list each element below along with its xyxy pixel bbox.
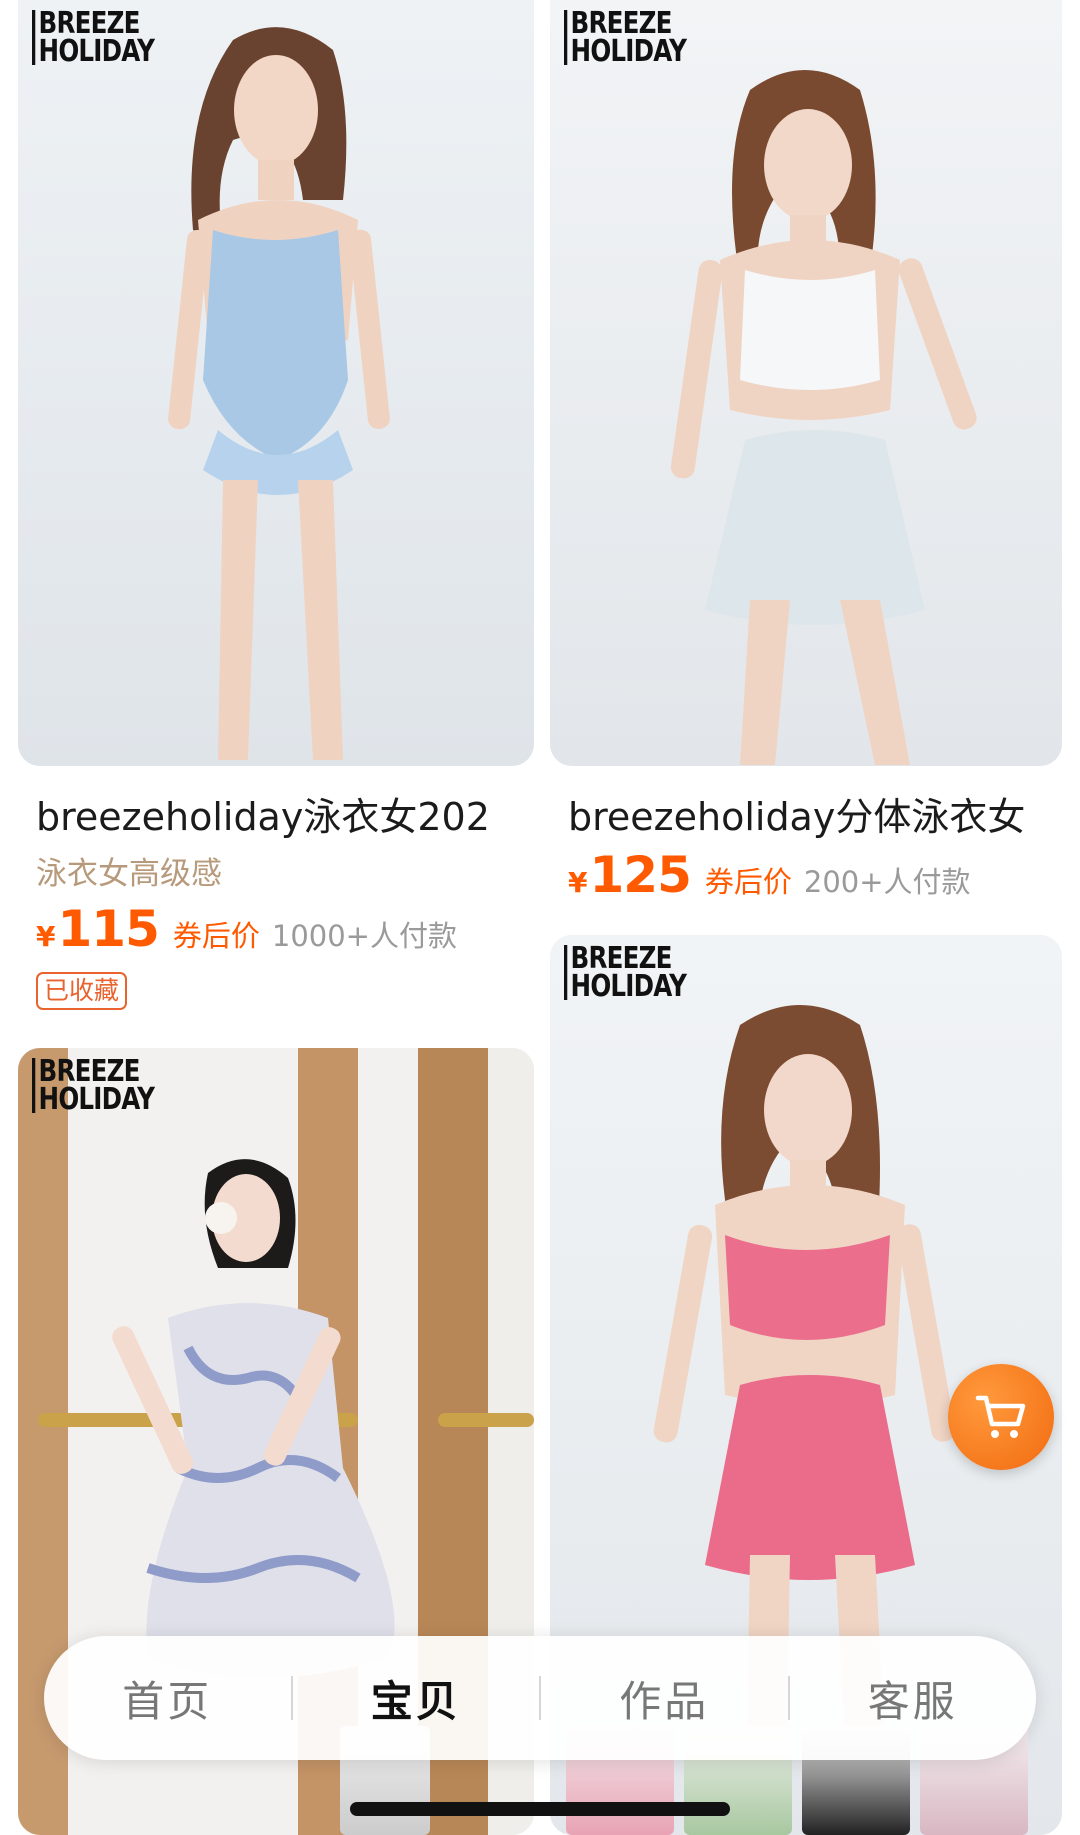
coupon-label: 券后价 [704,865,792,899]
home-indicator[interactable] [350,1802,730,1816]
cart-icon [975,1395,1026,1438]
price-row: ¥ 125 券后价 200+人付款 [568,846,971,904]
product-title[interactable]: breezeholiday泳衣女202 [36,786,534,841]
product-image[interactable]: BREEZE HOLIDAY [550,0,1062,766]
product-title[interactable]: breezeholiday分体泳衣女 [568,786,1062,841]
model-photo [18,0,534,766]
coupon-label: 券后价 [172,919,260,953]
model-photo [550,0,1062,766]
sales-count: 1000+人付款 [271,919,457,953]
product-card[interactable]: BREEZE HOLIDAY breezeholiday泳衣女202 泳衣女高级… [18,0,534,1030]
sales-count: 200+人付款 [803,865,971,899]
tab-customer-service[interactable]: 客服 [790,1668,1037,1729]
favorited-badge: 已收藏 [36,972,128,1010]
currency-symbol: ¥ [568,866,588,899]
price-value: 115 [57,900,159,958]
brand-logo: BREEZE HOLIDAY [564,944,687,1001]
product-card[interactable]: BREEZE HOLIDAY breezeholiday分体泳衣女 ¥ 125 … [550,0,1062,910]
price-row: ¥ 115 券后价 1000+人付款 [36,900,457,958]
product-subtitle: 泳衣女高级感 [36,856,222,892]
product-image[interactable]: BREEZE HOLIDAY [18,0,534,766]
tab-products[interactable]: 宝贝 [293,1668,540,1729]
bottom-tab-bar: 首页 宝贝 作品 客服 [44,1636,1036,1760]
currency-symbol: ¥ [36,920,56,953]
price-value: 125 [589,846,691,904]
tab-works[interactable]: 作品 [541,1668,788,1729]
brand-logo: BREEZE HOLIDAY [32,9,155,66]
brand-logo: BREEZE HOLIDAY [32,1057,155,1114]
brand-logo: BREEZE HOLIDAY [564,9,687,66]
tab-home[interactable]: 首页 [44,1668,291,1729]
cart-button[interactable] [948,1364,1054,1470]
